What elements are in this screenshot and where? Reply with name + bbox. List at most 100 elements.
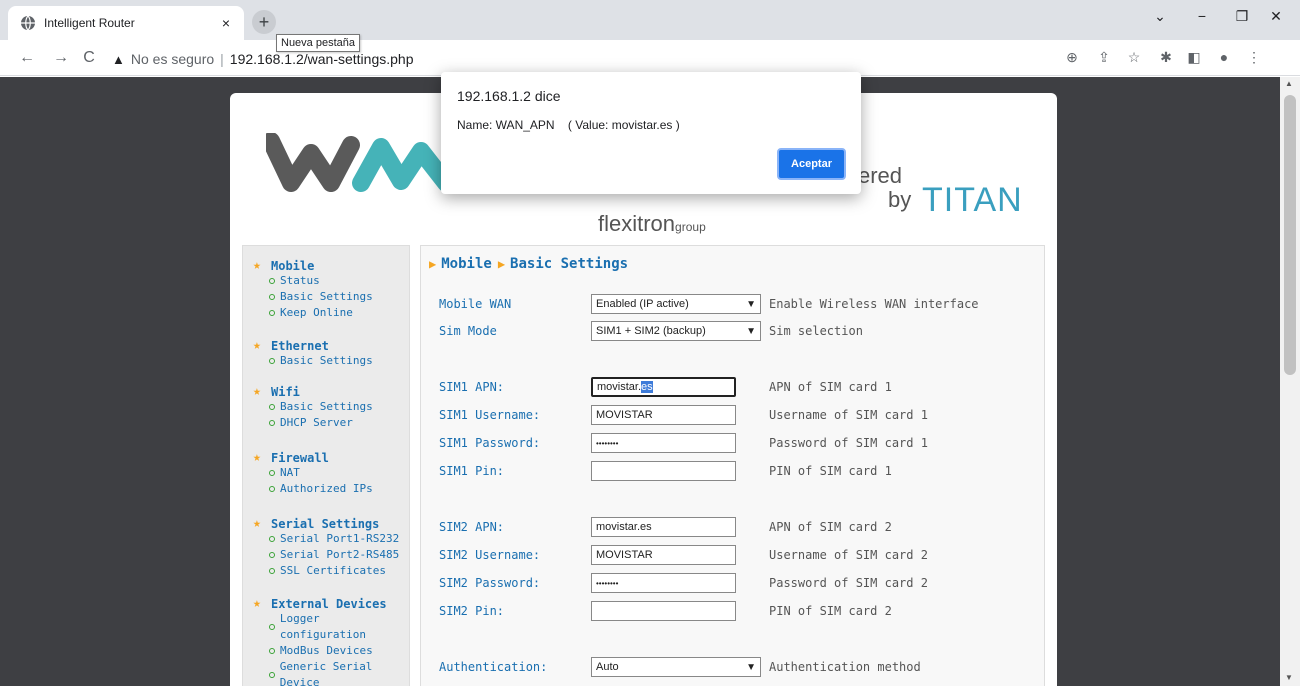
sim1-username-input[interactable]: MOVISTAR bbox=[591, 405, 736, 425]
bullet-icon bbox=[269, 568, 275, 574]
sim2-password-value: •••••••• bbox=[596, 578, 619, 588]
sidebar-section-title[interactable]: ★ Firewall bbox=[253, 450, 373, 465]
sim2-username-desc: Username of SIM card 2 bbox=[769, 548, 928, 562]
sidebar-item[interactable]: SSL Certificates bbox=[269, 563, 399, 579]
back-icon[interactable]: ← bbox=[18, 49, 36, 67]
star-icon: ★ bbox=[253, 596, 261, 611]
sim1-pin-input[interactable] bbox=[591, 461, 736, 481]
not-secure-label: No es seguro bbox=[130, 51, 215, 67]
sidebar-section-label: Mobile bbox=[271, 258, 315, 273]
sidebar-section-title[interactable]: ★ External Devices bbox=[253, 596, 409, 611]
scroll-up-icon[interactable]: ▲ bbox=[1285, 79, 1293, 88]
sidebar-item[interactable]: Status bbox=[269, 273, 373, 289]
zoom-icon[interactable]: ⊕ bbox=[1062, 47, 1082, 67]
sim2-password-label: SIM2 Password: bbox=[439, 576, 541, 590]
star-icon: ★ bbox=[253, 516, 261, 531]
star-icon: ★ bbox=[253, 450, 261, 465]
chevron-down-icon: ▼ bbox=[746, 661, 756, 673]
sim2-apn-label: SIM2 APN: bbox=[439, 520, 505, 534]
menu-icon[interactable]: ⋮ bbox=[1244, 47, 1264, 67]
sidebar-item-label: Basic Settings bbox=[280, 354, 373, 367]
sim-mode-label: Sim Mode bbox=[439, 324, 497, 338]
scroll-thumb[interactable] bbox=[1284, 95, 1296, 375]
aceptar-button[interactable]: Aceptar bbox=[777, 148, 846, 180]
sidebar-item-label: Logger configuration bbox=[279, 612, 366, 641]
sim2-pin-row: SIM2 Pin: PIN of SIM card 2 bbox=[439, 601, 1039, 621]
sidebar-item[interactable]: Generic Serial Device bbox=[269, 659, 409, 686]
share-icon[interactable]: ⇪ bbox=[1094, 47, 1114, 67]
restore-icon[interactable]: ❐ bbox=[1232, 8, 1252, 25]
mobile-wan-row: Mobile WAN Enabled (IP active) ▼ Enable W… bbox=[439, 294, 1039, 314]
scroll-down-icon[interactable]: ▼ bbox=[1285, 673, 1293, 682]
sim2-password-input[interactable]: •••••••• bbox=[591, 573, 736, 593]
authentication-select[interactable]: Auto ▼ bbox=[591, 657, 761, 677]
sidebar-item[interactable]: Serial Port2-RS485 bbox=[269, 547, 399, 563]
address-bar[interactable]: ▲ No es seguro | 192.168.1.2/wan-setting… bbox=[112, 46, 414, 72]
browser-tab[interactable]: Intelligent Router × bbox=[8, 6, 244, 40]
sidebar-item[interactable]: Keep Online bbox=[269, 305, 373, 321]
sim1-apn-selection: es bbox=[641, 381, 653, 393]
breadcrumb-mobile[interactable]: Mobile bbox=[441, 256, 492, 272]
url-text: 192.168.1.2/wan-settings.php bbox=[229, 51, 414, 67]
new-tab-button[interactable]: + bbox=[252, 10, 276, 34]
sim1-password-input[interactable]: •••••••• bbox=[591, 433, 736, 453]
tab-search-icon[interactable]: ⌄ bbox=[1150, 8, 1170, 25]
mobile-wan-desc: Enable Wireless WAN interface bbox=[769, 297, 979, 311]
window-close-icon[interactable]: ✕ bbox=[1266, 8, 1286, 25]
address-separator: | bbox=[220, 51, 224, 67]
sidebar-item[interactable]: ModBus Devices bbox=[269, 643, 409, 659]
minimize-icon[interactable]: − bbox=[1192, 8, 1212, 24]
sidebar-item[interactable]: Serial Port1-RS232 bbox=[269, 531, 399, 547]
sidebar-item-label: ModBus Devices bbox=[280, 644, 373, 657]
sidebar-item[interactable]: Basic Settings bbox=[269, 289, 373, 305]
sidebar-item-label: Generic Serial Device bbox=[279, 660, 373, 686]
bullet-icon bbox=[269, 278, 275, 284]
sim1-apn-input[interactable]: movistar. es bbox=[591, 377, 736, 397]
forward-icon[interactable]: → bbox=[52, 49, 70, 67]
sidebar-item-label: SSL Certificates bbox=[280, 564, 386, 577]
sim1-apn-value: movistar. bbox=[597, 381, 642, 393]
sidebar-item-label: Basic Settings bbox=[280, 400, 373, 413]
dialog-message: Name: WAN_APN ( Value: movistar.es ) bbox=[457, 118, 680, 132]
page-scrollbar[interactable]: ▲ ▼ bbox=[1280, 77, 1300, 686]
sim2-pin-input[interactable] bbox=[591, 601, 736, 621]
sidebar-section: ★ Wifi Basic Settings DHCP Server bbox=[253, 384, 373, 431]
sidebar-section-title[interactable]: ★ Serial Settings bbox=[253, 516, 399, 531]
sidebar-section-title[interactable]: ★ Wifi bbox=[253, 384, 373, 399]
sim2-username-input[interactable]: MOVISTAR bbox=[591, 545, 736, 565]
bookmark-star-icon[interactable]: ☆ bbox=[1124, 47, 1144, 67]
arrow-icon: ▶ bbox=[429, 257, 437, 271]
bullet-icon bbox=[269, 404, 275, 410]
sidebar-section-title[interactable]: ★ Mobile bbox=[253, 258, 373, 273]
sim2-apn-value: movistar.es bbox=[596, 521, 652, 533]
tab-close-icon[interactable]: × bbox=[218, 15, 234, 31]
flexitron-text: flexitron bbox=[598, 211, 676, 236]
star-icon: ★ bbox=[253, 384, 261, 399]
sim2-password-desc: Password of SIM card 2 bbox=[769, 576, 928, 590]
bullet-icon bbox=[269, 358, 275, 364]
sim2-apn-input[interactable]: movistar.es bbox=[591, 517, 736, 537]
extensions-icon[interactable]: ✱ bbox=[1156, 47, 1176, 67]
sidebar-item[interactable]: DHCP Server bbox=[269, 415, 373, 431]
sidebar-section-label: Firewall bbox=[271, 450, 329, 465]
sim2-username-label: SIM2 Username: bbox=[439, 548, 541, 562]
sidebar-item-label: NAT bbox=[280, 466, 300, 479]
sidebar-section-label: Serial Settings bbox=[271, 516, 380, 531]
sidebar-section-label: Ethernet bbox=[271, 338, 329, 353]
sidebar-item[interactable]: Basic Settings bbox=[269, 399, 373, 415]
reload-icon[interactable]: C bbox=[80, 49, 98, 67]
sim1-username-value: MOVISTAR bbox=[596, 409, 653, 421]
sidebar-item[interactable]: NAT bbox=[269, 465, 373, 481]
bullet-icon bbox=[269, 552, 275, 558]
side-panel-icon[interactable]: ◧ bbox=[1184, 47, 1204, 67]
sidebar-item[interactable]: Logger configuration bbox=[269, 611, 409, 643]
sim1-username-row: SIM1 Username: MOVISTAR Username of SIM … bbox=[439, 405, 1039, 425]
sidebar-section-label: External Devices bbox=[271, 596, 387, 611]
sim-mode-select[interactable]: SIM1 + SIM2 (backup) ▼ bbox=[591, 321, 761, 341]
mobile-wan-select[interactable]: Enabled (IP active) ▼ bbox=[591, 294, 761, 314]
sidebar-item[interactable]: Basic Settings bbox=[269, 353, 373, 369]
sim1-apn-label: SIM1 APN: bbox=[439, 380, 505, 394]
sidebar-item[interactable]: Authorized IPs bbox=[269, 481, 373, 497]
sidebar-section-title[interactable]: ★ Ethernet bbox=[253, 338, 373, 353]
profile-icon[interactable]: ● bbox=[1214, 47, 1234, 67]
